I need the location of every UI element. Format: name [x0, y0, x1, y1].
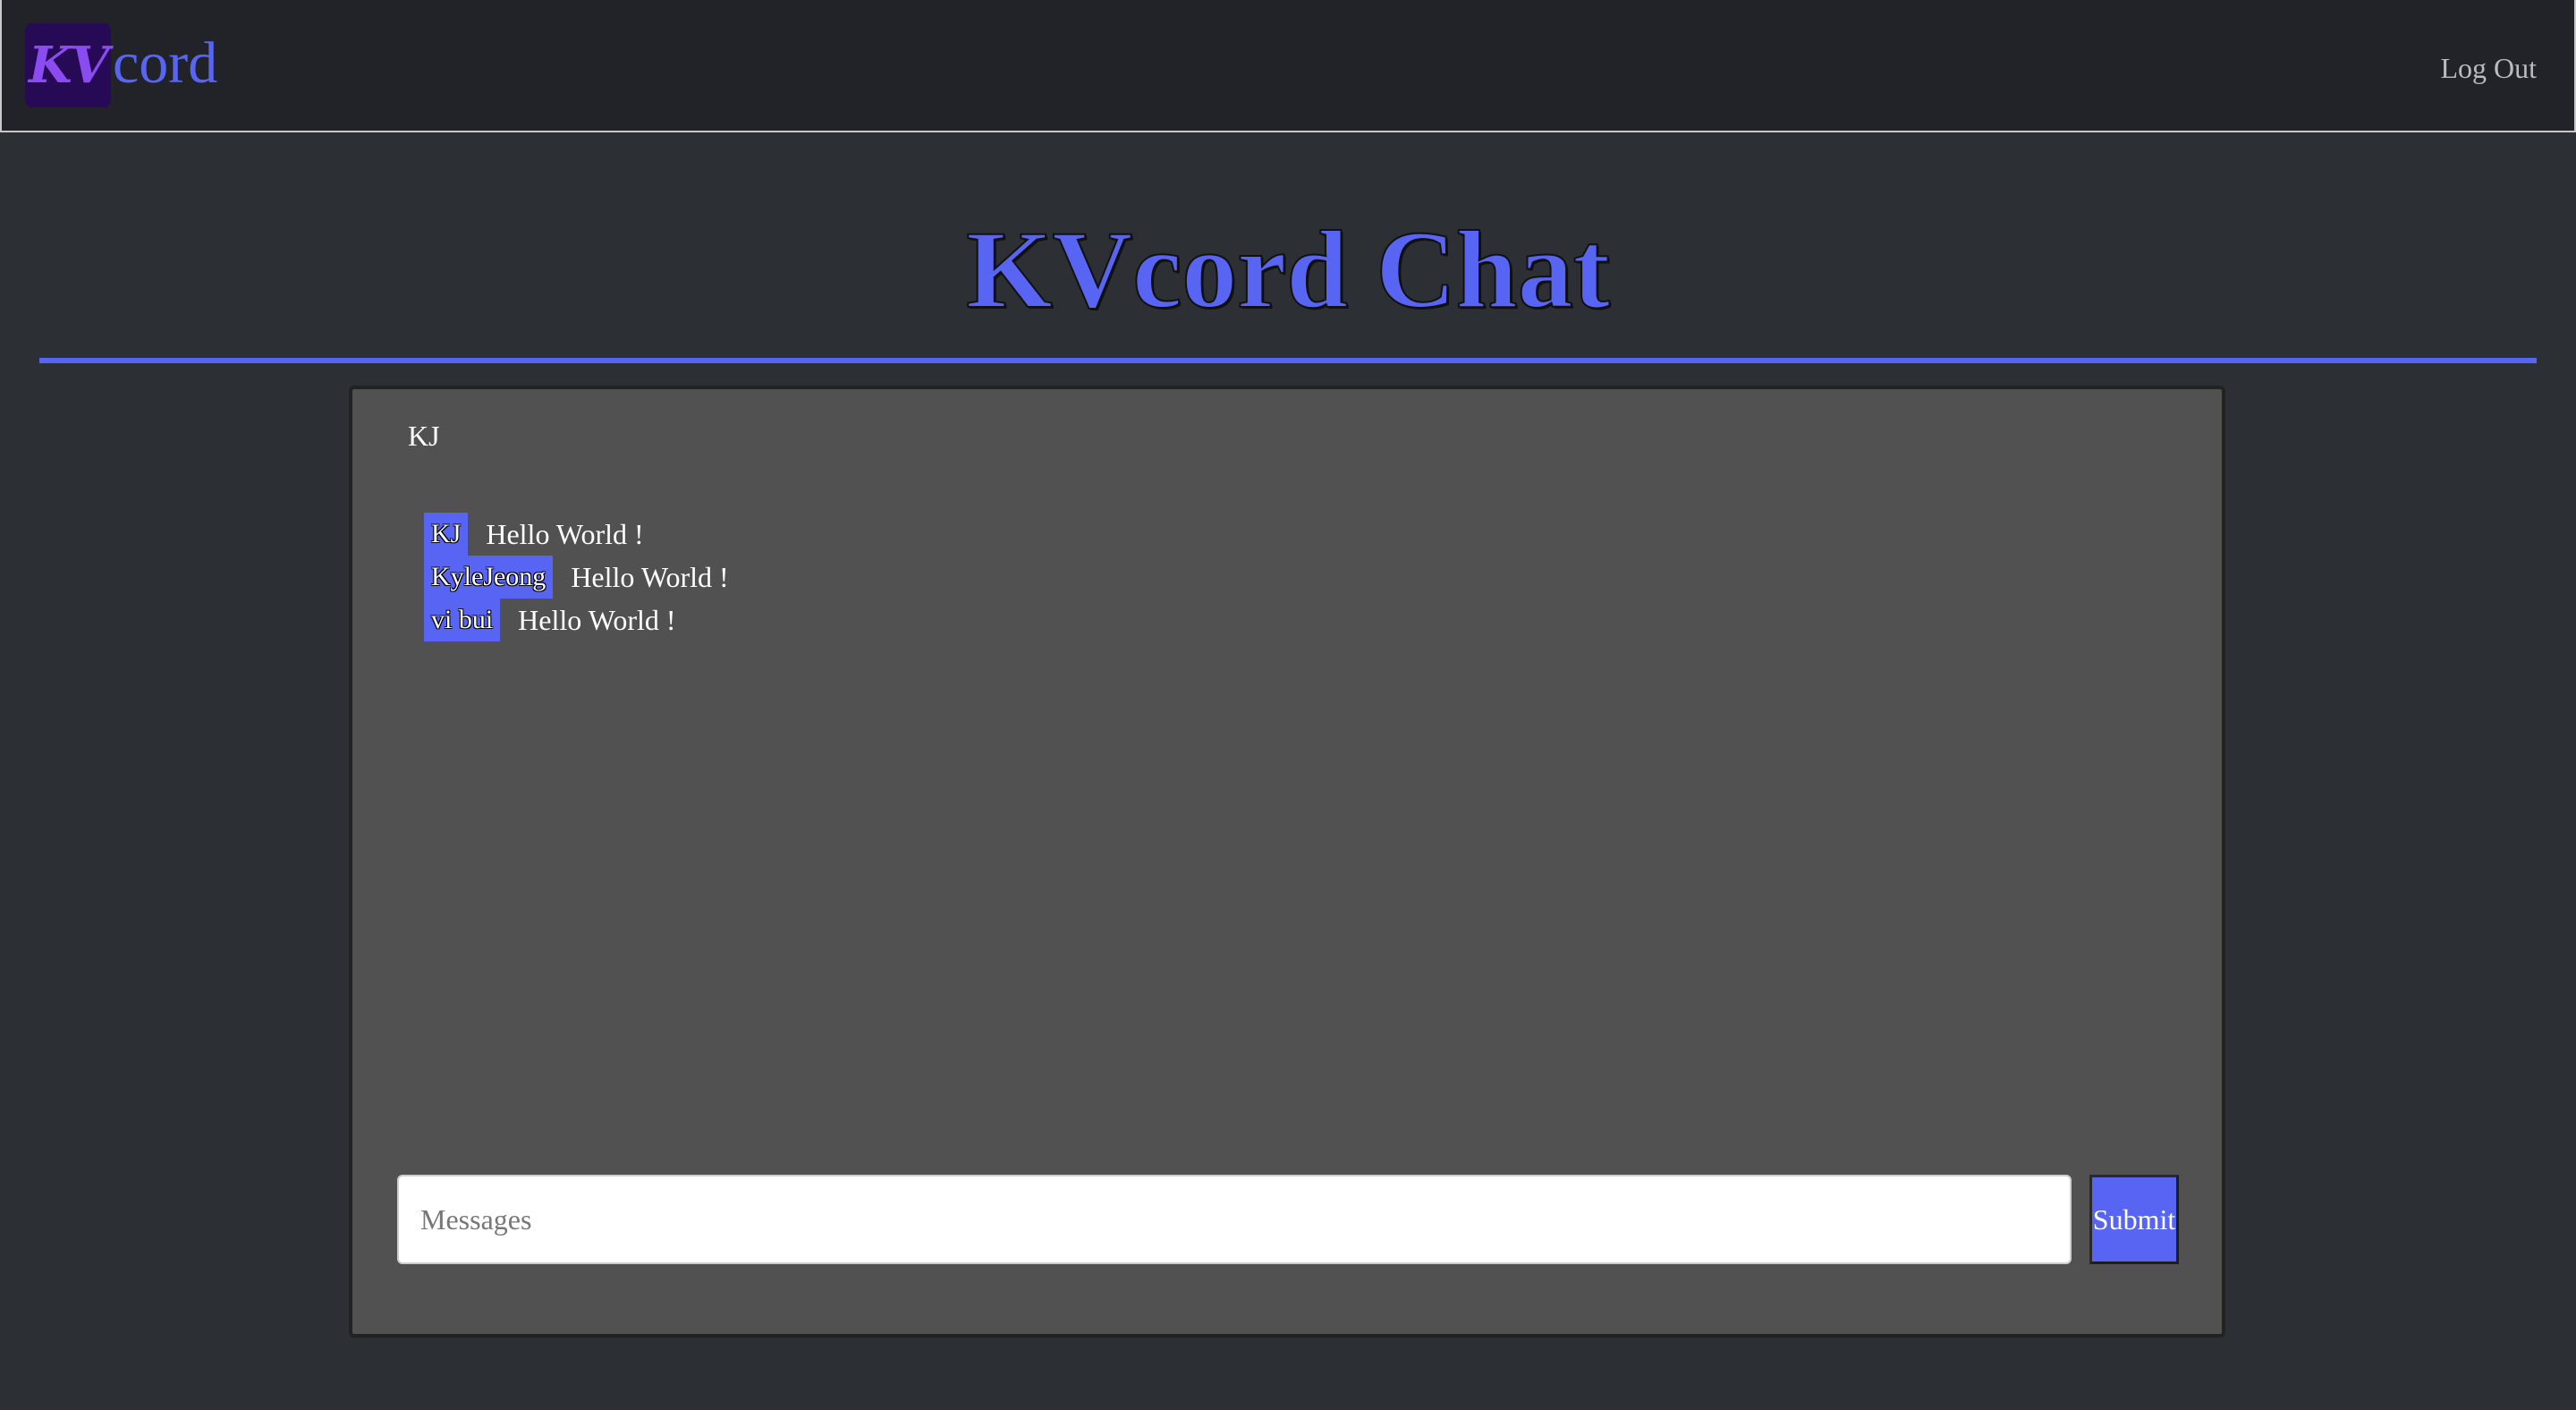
message-input[interactable]	[397, 1175, 2072, 1264]
submit-button[interactable]: Submit	[2089, 1175, 2179, 1264]
message-username[interactable]: KJ	[424, 513, 469, 556]
brand-name: cord	[113, 30, 218, 96]
message-text: Hello World !	[571, 560, 729, 593]
page-title: KVcord Chat	[965, 208, 1611, 331]
title-divider	[39, 358, 2537, 363]
logo-text: KV	[28, 36, 109, 95]
message-composer: Submit	[397, 1175, 2179, 1264]
brand-link[interactable]: KV cord	[25, 23, 217, 107]
chat-panel: KJ KJ Hello World ! KyleJeong Hello Worl…	[349, 386, 2225, 1338]
message-list: KJ Hello World ! KyleJeong Hello World !…	[424, 513, 729, 641]
message-text: Hello World !	[518, 603, 676, 636]
room-name: KJ	[408, 420, 440, 452]
navbar: KV cord Log Out	[0, 0, 2576, 132]
message-item: vi bui Hello World !	[424, 599, 729, 641]
kv-logo-icon: KV	[25, 23, 111, 107]
logout-link[interactable]: Log Out	[2440, 52, 2537, 85]
message-text: Hello World !	[486, 517, 644, 550]
message-username[interactable]: KyleJeong	[424, 556, 554, 599]
message-item: KJ Hello World !	[424, 513, 729, 556]
message-item: KyleJeong Hello World !	[424, 556, 729, 599]
message-username[interactable]: vi bui	[424, 599, 501, 641]
